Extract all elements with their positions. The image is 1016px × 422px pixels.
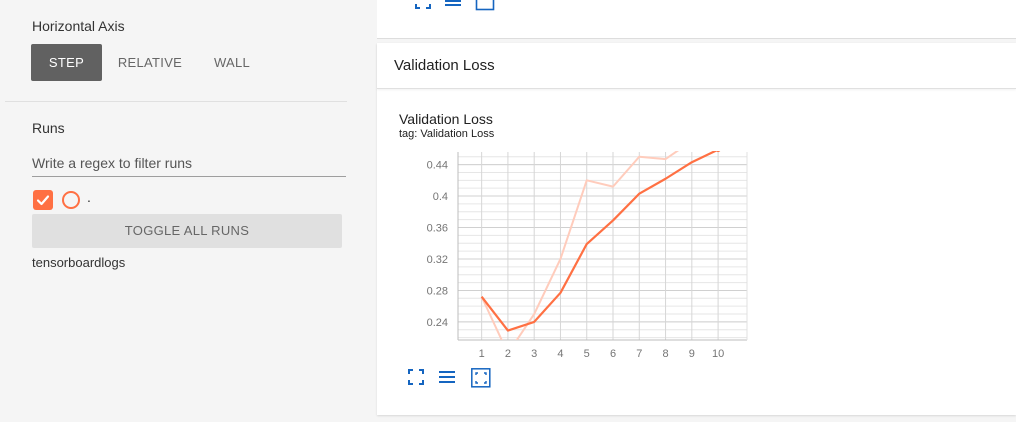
- x-tick-label: 4: [557, 348, 563, 360]
- validation-loss-card: Validation Loss Validation Loss tag: Val…: [377, 43, 1016, 415]
- x-tick-label: 7: [636, 348, 642, 360]
- x-tick-label: 5: [584, 348, 590, 360]
- chart-grid: [457, 152, 748, 341]
- x-tick-label: 1: [479, 348, 485, 360]
- lines-icon[interactable]: [443, 0, 463, 11]
- run-color-swatch[interactable]: [62, 191, 80, 209]
- last-point-marker: [716, 151, 721, 153]
- x-tick-label: 9: [689, 348, 695, 360]
- wall-button[interactable]: WALL: [200, 44, 264, 81]
- y-tick-label: 0.44: [427, 160, 448, 172]
- relative-button[interactable]: RELATIVE: [108, 44, 192, 81]
- sidebar: Horizontal Axis STEP RELATIVE WALL Runs …: [0, 0, 372, 422]
- y-tick-label: 0.28: [427, 285, 448, 297]
- y-tick-label: 0.36: [427, 223, 448, 235]
- previous-chart-card: [377, 0, 1016, 39]
- fit-domain-icon[interactable]: [475, 0, 495, 11]
- y-tick-label: 0.32: [427, 254, 448, 266]
- x-tick-label: 10: [712, 348, 724, 360]
- x-tick-label: 3: [531, 348, 537, 360]
- expand-icon[interactable]: [408, 369, 424, 385]
- horizontal-axis-title: Horizontal Axis: [32, 18, 125, 34]
- step-button[interactable]: STEP: [31, 44, 102, 81]
- line-chart[interactable]: 0.24 0.28 0.32 0.36 0.4 0.44 1 2 3 4 5 6 7 8 9 10: [377, 43, 1016, 415]
- run-checkbox[interactable]: [33, 190, 53, 210]
- logdir-label: tensorboardlogs: [32, 255, 126, 270]
- x-tick-label: 2: [505, 348, 511, 360]
- toggle-all-runs-button[interactable]: TOGGLE ALL RUNS: [32, 214, 342, 248]
- y-tick-label: 0.4: [433, 191, 448, 203]
- x-tick-label: 8: [662, 348, 668, 360]
- fit-domain-icon[interactable]: [471, 368, 491, 388]
- run-filter-input[interactable]: [32, 150, 346, 177]
- x-tick-label: 6: [610, 348, 616, 360]
- lines-icon[interactable]: [439, 371, 455, 383]
- expand-icon[interactable]: [413, 0, 433, 11]
- y-tick-label: 0.24: [427, 317, 448, 329]
- smoothed-series-line: [480, 151, 718, 332]
- checkmark-icon: [36, 195, 50, 206]
- sidebar-divider: [5, 101, 347, 102]
- main-panel: Validation Loss Validation Loss tag: Val…: [372, 0, 1016, 422]
- runs-title: Runs: [32, 120, 65, 136]
- run-label: .: [87, 189, 91, 205]
